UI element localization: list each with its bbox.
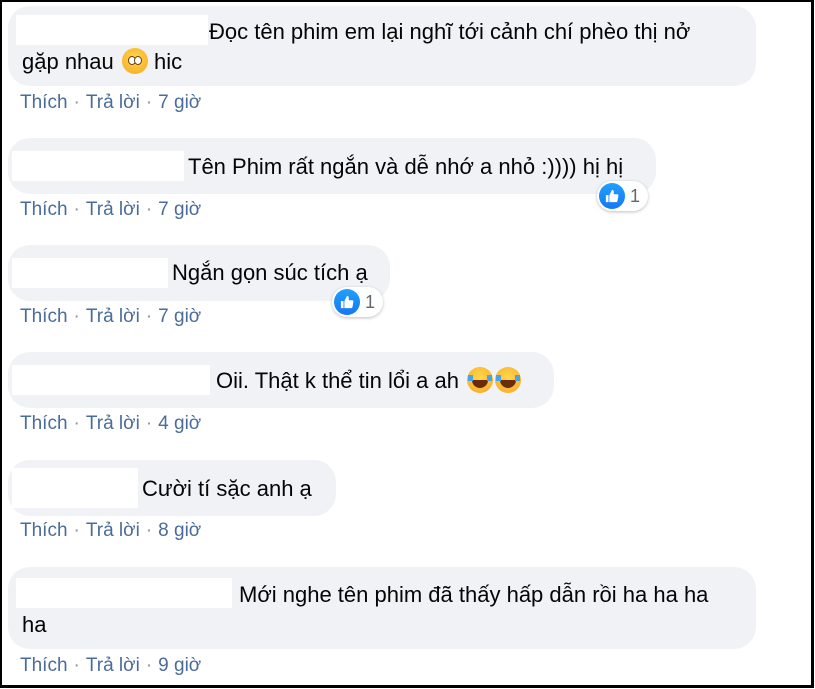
- reply-link[interactable]: Trả lời: [86, 199, 140, 220]
- comment-text-line2: gặp nhau hic: [22, 48, 183, 74]
- comment-text: Ngắn gọn súc tích ạ: [172, 260, 368, 285]
- comment-text: Tên Phim rất ngắn và dễ nhớ a nhỏ :)))) …: [188, 154, 624, 179]
- tears-of-joy-icon: [495, 367, 522, 393]
- comment-bubble: Tên Phim rất ngắn và dễ nhớ a nhỏ :)))) …: [8, 138, 656, 194]
- like-link[interactable]: Thích: [20, 655, 68, 676]
- thumbs-up-icon: [599, 183, 625, 209]
- comment-text: Mới nghe tên phim đã thấy hấp dẫn rồi ha…: [239, 582, 709, 607]
- comment-time[interactable]: 9 giờ: [158, 655, 201, 676]
- comment-time[interactable]: 7 giờ: [158, 92, 201, 113]
- reaction-badge[interactable]: 1: [597, 181, 649, 211]
- reply-link[interactable]: Trả lời: [86, 306, 140, 327]
- comment-actions: Thích · Trả lời · 7 giờ: [20, 306, 202, 327]
- thumbs-up-icon: [334, 289, 360, 315]
- comment-bubble: Oii. Thật k thể tin lổi a ah: [8, 352, 554, 408]
- author-name-redacted[interactable]: [12, 468, 138, 508]
- comment-text: Đọc tên phim em lại nghĩ tới cảnh chí ph…: [209, 19, 691, 44]
- reply-link[interactable]: Trả lời: [86, 655, 140, 676]
- comment-actions: Thích · Trả lời · 7 giờ: [20, 92, 202, 113]
- reaction-count: 1: [365, 291, 376, 312]
- reply-link[interactable]: Trả lời: [86, 92, 140, 113]
- reply-link[interactable]: Trả lời: [86, 520, 140, 541]
- comment-text: Oii. Thật k thể tin lổi a ah: [216, 366, 522, 396]
- author-name-redacted[interactable]: [16, 15, 208, 45]
- comment-thread: Đọc tên phim em lại nghĩ tới cảnh chí ph…: [0, 0, 814, 688]
- comment-actions: Thích · Trả lời · 9 giờ: [20, 655, 202, 676]
- like-link[interactable]: Thích: [20, 413, 68, 434]
- like-link[interactable]: Thích: [20, 520, 68, 541]
- author-name-redacted[interactable]: [12, 258, 168, 288]
- comment-actions: Thích · Trả lời · 8 giờ: [20, 520, 202, 541]
- flushed-face-icon: [121, 48, 148, 74]
- comment-bubble: Ngắn gọn súc tích ạ: [8, 245, 390, 301]
- comment-bubble: Cười tí sặc anh ạ: [8, 460, 336, 516]
- comment-actions: Thích · Trả lời · 7 giờ: [20, 199, 202, 220]
- author-name-redacted[interactable]: [12, 151, 184, 181]
- like-link[interactable]: Thích: [20, 306, 68, 327]
- tears-of-joy-icon: [467, 367, 494, 393]
- reaction-badge[interactable]: 1: [332, 287, 384, 317]
- comment-time[interactable]: 8 giờ: [158, 520, 201, 541]
- comment-actions: Thích · Trả lời · 4 giờ: [20, 413, 202, 434]
- reaction-count: 1: [630, 185, 641, 206]
- comment-text: Cười tí sặc anh ạ: [142, 476, 312, 501]
- comment-time[interactable]: 7 giờ: [158, 199, 201, 220]
- like-link[interactable]: Thích: [20, 92, 68, 113]
- author-name-redacted[interactable]: [16, 578, 232, 608]
- author-name-redacted[interactable]: [12, 365, 210, 395]
- reply-link[interactable]: Trả lời: [86, 413, 140, 434]
- comment-time[interactable]: 7 giờ: [158, 306, 201, 327]
- comment-time[interactable]: 4 giờ: [158, 413, 201, 434]
- comment-bubble: Đọc tên phim em lại nghĩ tới cảnh chí ph…: [8, 6, 756, 86]
- comment-bubble: Mới nghe tên phim đã thấy hấp dẫn rồi ha…: [8, 567, 756, 649]
- comment-text-line2: ha: [22, 612, 47, 637]
- like-link[interactable]: Thích: [20, 199, 68, 220]
